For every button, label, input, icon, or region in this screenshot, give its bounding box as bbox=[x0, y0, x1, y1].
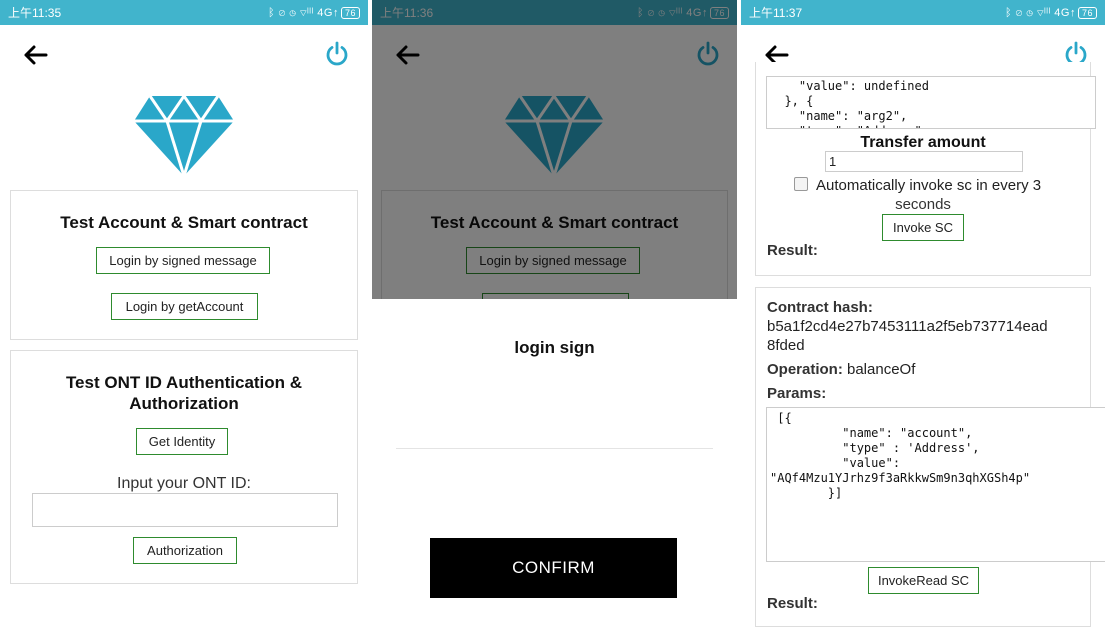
transfer-amount-input[interactable]: 1 bbox=[825, 151, 1023, 172]
battery-icon: 76 bbox=[1077, 6, 1097, 19]
background-page: 上午11:36 ᛒ ⊘ ◷ ▽ˡˡˡ 4G↑76 Test Account & … bbox=[372, 0, 737, 299]
operation-label: Operation: bbox=[767, 361, 843, 378]
login-get-account-button[interactable]: Login by getAccount bbox=[111, 293, 258, 320]
diamond-logo-icon bbox=[134, 95, 234, 177]
status-time: 上午11:37 bbox=[749, 6, 803, 20]
transfer-amount-label: Transfer amount bbox=[860, 134, 986, 151]
ont-id-card: Test ONT ID Authentication & Authorizati… bbox=[10, 350, 358, 584]
account-contract-card: Test Account & Smart contract Login by s… bbox=[10, 190, 358, 340]
contract-hash-line1: b5a1f2cd4e27b7453111a2f5eb737714ead bbox=[767, 318, 1048, 335]
status-icons: ᛒ ⊘ ◷ ▽ˡˡˡ 4G↑76 bbox=[1005, 6, 1097, 19]
card-title-line1: Test ONT ID Authentication & bbox=[65, 373, 303, 392]
screen-home: 上午11:35 ᛒ ⊘ ◷ ▽ˡˡˡ 4G↑ 76 Test Account & … bbox=[0, 0, 368, 633]
login-signed-message-button[interactable]: Login by signed message bbox=[96, 247, 270, 274]
status-bar: 上午11:37 ᛒ ⊘ ◷ ▽ˡˡˡ 4G↑ 76 bbox=[741, 0, 1105, 25]
invoke-sc-card: "value": undefined }, { "name": "arg2", … bbox=[755, 62, 1096, 276]
card-title: Test Account & Smart contract bbox=[60, 213, 308, 232]
params-code-box[interactable]: [{ "name": "account", "type" : 'Address'… bbox=[766, 407, 1105, 562]
params-code-box[interactable]: "value": undefined }, { "name": "arg2", … bbox=[766, 76, 1096, 129]
result-label: Result: bbox=[767, 595, 818, 612]
battery-icon: 76 bbox=[340, 6, 360, 19]
params-label: Params: bbox=[767, 385, 827, 402]
auto-invoke-label-line2: seconds bbox=[895, 196, 951, 213]
get-identity-button[interactable]: Get Identity bbox=[136, 428, 228, 455]
status-icons: ᛒ ⊘ ◷ ▽ˡˡˡ 4G↑76 bbox=[268, 6, 360, 19]
invoke-read-sc-button[interactable]: InvokeRead SC bbox=[868, 567, 979, 594]
ont-id-input[interactable] bbox=[32, 493, 338, 527]
authorization-button[interactable]: Authorization bbox=[133, 537, 237, 564]
screen-smart-contract: 上午11:37 ᛒ ⊘ ◷ ▽ˡˡˡ 4G↑ 76 "value": undefi… bbox=[741, 0, 1105, 633]
back-arrow-icon[interactable] bbox=[20, 40, 50, 70]
operation-value: balanceOf bbox=[847, 361, 916, 378]
power-icon[interactable] bbox=[323, 40, 351, 68]
divider bbox=[396, 448, 713, 449]
card-title-line2: Authorization bbox=[129, 394, 239, 413]
status-time: 上午11:35 bbox=[8, 6, 62, 20]
ont-id-label: Input your ONT ID: bbox=[117, 475, 251, 492]
sheet-title: login sign bbox=[514, 338, 595, 357]
invoke-read-card: Contract hash: b5a1f2cd4e27b7453111a2f5e… bbox=[755, 287, 1105, 627]
confirm-button[interactable]: CONFIRM bbox=[430, 538, 677, 598]
result-label: Result: bbox=[767, 242, 818, 259]
screen-login-sign: 上午11:36 ᛒ ⊘ ◷ ▽ˡˡˡ 4G↑76 Test Account & … bbox=[372, 0, 737, 633]
contract-hash-label: Contract hash: bbox=[767, 299, 873, 316]
dim-overlay[interactable] bbox=[372, 0, 737, 299]
invoke-sc-button[interactable]: Invoke SC bbox=[882, 214, 964, 241]
contract-hash-line2: 8fded bbox=[767, 337, 805, 354]
auto-invoke-checkbox[interactable] bbox=[794, 177, 808, 191]
auto-invoke-label-line1: Automatically invoke sc in every 3 bbox=[816, 177, 1042, 194]
status-bar: 上午11:35 ᛒ ⊘ ◷ ▽ˡˡˡ 4G↑ 76 bbox=[0, 0, 368, 25]
